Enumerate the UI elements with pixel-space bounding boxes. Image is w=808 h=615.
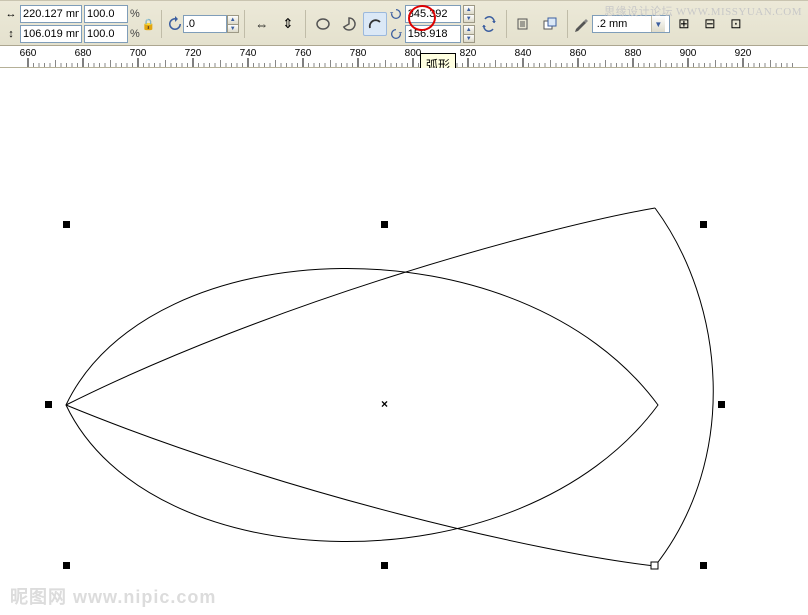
- percent-label-y: %: [130, 28, 140, 40]
- watermark-bottom-left: 昵图网 www.nipic.com: [10, 583, 216, 609]
- align-icon: [542, 16, 558, 32]
- svg-text:680: 680: [75, 48, 92, 59]
- svg-text:900: 900: [680, 48, 697, 59]
- scale-y-input[interactable]: [84, 25, 128, 43]
- svg-text:820: 820: [460, 48, 477, 59]
- canvas-svg: [0, 68, 808, 615]
- svg-text:860: 860: [570, 48, 587, 59]
- selection-handle-tl[interactable]: [63, 221, 70, 228]
- mirror-h-icon: ⇔: [255, 17, 268, 32]
- end-angle-input[interactable]: [405, 25, 461, 43]
- svg-text:880: 880: [625, 48, 642, 59]
- svg-text:740: 740: [240, 48, 257, 59]
- start-angle-input[interactable]: [405, 5, 461, 23]
- rotation-input[interactable]: [183, 15, 227, 33]
- end-angle-icon: [389, 27, 403, 41]
- scale-x-input[interactable]: [84, 5, 128, 23]
- outline-width-value: .2 mm: [597, 18, 628, 30]
- arc-icon: [367, 16, 383, 32]
- selection-handle-bm[interactable]: [381, 562, 388, 569]
- object-height-input[interactable]: [20, 25, 82, 43]
- selection-handle-tr[interactable]: [700, 221, 707, 228]
- spin-up[interactable]: ▲: [227, 15, 239, 24]
- mirror-vertical-button[interactable]: ⇕: [276, 12, 300, 36]
- mirror-horizontal-button[interactable]: ⇔: [250, 12, 274, 36]
- arc-mode-button[interactable]: [363, 12, 387, 36]
- rotation-field: ▲ ▼: [167, 15, 239, 33]
- pen-icon: [573, 16, 589, 32]
- ellipse-mode-button[interactable]: [311, 12, 335, 36]
- selection-handle-tm[interactable]: [381, 221, 388, 228]
- start-angle-spinner[interactable]: ▲▼: [463, 5, 475, 23]
- svg-text:720: 720: [185, 48, 202, 59]
- svg-text:660: 660: [20, 48, 37, 59]
- spin-down[interactable]: ▼: [227, 24, 239, 33]
- swap-angles-button[interactable]: [477, 12, 501, 36]
- rotate-icon: [167, 16, 183, 32]
- swap-icon: [481, 16, 497, 32]
- selection-handle-mr[interactable]: [718, 401, 725, 408]
- wrap-paragraph-button[interactable]: [512, 12, 536, 36]
- watermark-top-right: 思缘设计论坛 WWW.MISSYUAN.COM: [604, 3, 802, 19]
- ellipse-icon: [315, 16, 331, 32]
- width-icon: ↔: [4, 7, 18, 21]
- selection-handle-bl[interactable]: [63, 562, 70, 569]
- pie-icon: [341, 16, 357, 32]
- pie-mode-button[interactable]: [337, 12, 361, 36]
- object-size-group: ↔ ↕: [4, 5, 82, 43]
- horizontal-ruler[interactable]: 6606807007207407607808008208408608809009…: [0, 46, 808, 68]
- rotation-spinner[interactable]: ▲ ▼: [227, 15, 239, 33]
- to-front-button[interactable]: [538, 12, 562, 36]
- selection-handle-ml[interactable]: [45, 401, 52, 408]
- wrap-icon: [516, 16, 532, 32]
- svg-text:760: 760: [295, 48, 312, 59]
- svg-text:780: 780: [350, 48, 367, 59]
- arc-angles-group: ▲▼ ▲▼: [389, 5, 475, 43]
- svg-text:840: 840: [515, 48, 532, 59]
- selection-handle-br[interactable]: [700, 562, 707, 569]
- percent-label-x: %: [130, 8, 140, 20]
- height-icon: ↕: [4, 27, 18, 41]
- start-angle-icon: [389, 7, 403, 21]
- end-angle-spinner[interactable]: ▲▼: [463, 25, 475, 43]
- drawing-canvas[interactable]: ×: [0, 68, 808, 615]
- svg-text:700: 700: [130, 48, 147, 59]
- lock-ratio-icon[interactable]: 🔒: [142, 17, 156, 31]
- selection-center-marker[interactable]: ×: [381, 397, 388, 411]
- svg-text:920: 920: [735, 48, 752, 59]
- mirror-v-icon: ⇕: [282, 16, 293, 32]
- property-bar: ↔ ↕ % % 🔒 ▲: [0, 0, 808, 46]
- scale-group: % %: [84, 5, 140, 43]
- object-width-input[interactable]: [20, 5, 82, 23]
- ruler-svg: 6606807007207407607808008208408608809009…: [0, 46, 808, 68]
